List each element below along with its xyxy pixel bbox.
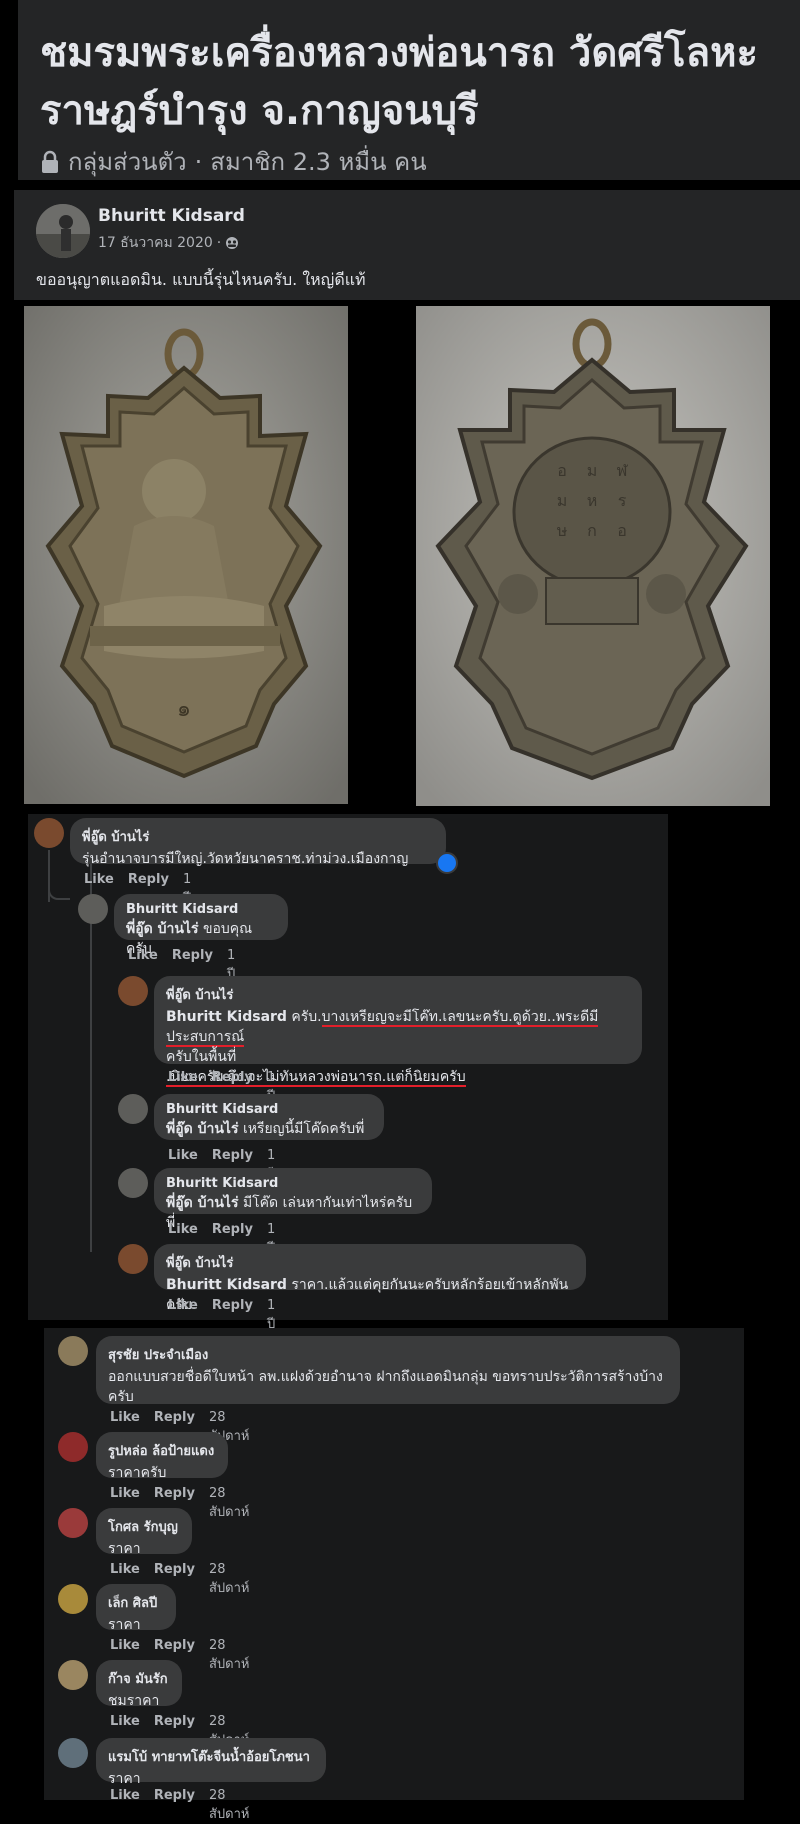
comment-bubble: เล็ก ศิลปี ราคา <box>96 1584 176 1633</box>
commenter-name[interactable]: รูปหล่อ ล้อป้ายแดง <box>108 1440 216 1461</box>
comment-text: รุ่นอำนาจบารมีใหญ่.วัดหวัยนาคราช.ท่าม่วง… <box>82 851 409 867</box>
comment-text: ราคา <box>108 1771 141 1787</box>
reply-button[interactable]: Reply <box>154 1788 195 1824</box>
like-reaction-icon[interactable] <box>436 852 458 874</box>
comment-time[interactable]: 28 สัปดาห์ <box>209 1788 250 1824</box>
commenter-avatar[interactable] <box>58 1336 88 1366</box>
svg-text:อ: อ <box>557 461 567 480</box>
comment-bubble: Bhuritt Kidsard พี่อู๊ด บ้านไร่ เหรียญนี… <box>154 1094 384 1140</box>
comment-thread-1: พี่อู๊ด บ้านไร่ รุ่นอำนาจบารมีใหญ่.วัดหว… <box>28 814 668 1332</box>
comment-text: พี่อู๊ด บ้านไร่ เหรียญนี้มีโค๊ดครับพี่ <box>166 1119 372 1139</box>
audience-group-icon <box>225 236 239 250</box>
svg-text:ฬ: ฬ <box>617 461 629 480</box>
lock-icon <box>40 150 60 174</box>
post-text: ขออนุญาตแอดมิน. แบบนี้รุ่นไหนครับ. ใหญ่ด… <box>36 270 366 289</box>
comment-bubble: ก๊าจ มันรัก ชมราคา <box>96 1660 182 1709</box>
svg-text:๑: ๑ <box>177 697 191 722</box>
commenter-avatar[interactable] <box>118 1094 148 1124</box>
svg-text:ษ: ษ <box>557 521 568 540</box>
svg-text:ม: ม <box>587 461 598 480</box>
post: Bhuritt Kidsard 17 ธันวาคม 2020 · ขออนุญ… <box>14 190 800 300</box>
comment-text: ราคาครับ <box>108 1465 167 1481</box>
commenter-name[interactable]: เล็ก ศิลปี <box>108 1592 164 1613</box>
commenter-avatar[interactable] <box>78 894 108 924</box>
commenter-name[interactable]: สุรชัย ประจำเมือง <box>108 1344 668 1365</box>
commenter-name[interactable]: พี่อู๊ด บ้านไร่ <box>82 826 434 847</box>
comment-actions: Like Reply 28 สัปดาห์ <box>110 1788 249 1824</box>
comment-time[interactable]: 28 สัปดาห์ <box>209 1486 250 1522</box>
meta-separator: · <box>194 147 203 176</box>
comment-body: ครับ. <box>291 1009 322 1025</box>
mention[interactable]: พี่อู๊ด บ้านไร่ <box>126 921 198 937</box>
comment-time[interactable]: 28 สัปดาห์ <box>209 1638 250 1674</box>
post-date-row: 17 ธันวาคม 2020 · <box>98 232 239 254</box>
thread-connector <box>48 884 70 900</box>
commenter-avatar[interactable] <box>58 1508 88 1538</box>
commenter-avatar[interactable] <box>58 1738 88 1768</box>
comment-bubble: สุรชัย ประจำเมือง ออกแบบสวยชื่อดีใบหน้า … <box>96 1336 680 1405</box>
comment-bubble: Bhuritt Kidsard พี่อู๊ด บ้านไร่ ขอบคุณคร… <box>114 894 288 957</box>
comment-body: เหรียญนี้มีโค๊ดครับพี่ <box>242 1121 365 1137</box>
svg-text:ม: ม <box>557 491 568 510</box>
commenter-avatar[interactable] <box>118 1168 148 1198</box>
comment-thread-2: สุรชัย ประจำเมือง ออกแบบสวยชื่อดีใบหน้า … <box>44 1328 744 1822</box>
mention[interactable]: Bhuritt Kidsard <box>166 1277 287 1293</box>
commenter-name[interactable]: Bhuritt Kidsard <box>166 1176 420 1191</box>
commenter-avatar[interactable] <box>58 1584 88 1614</box>
commenter-avatar[interactable] <box>58 1660 88 1690</box>
comment-bubble: พี่อู๊ด บ้านไร่ Bhuritt Kidsard ครับ.บาง… <box>154 976 642 1087</box>
post-author[interactable]: Bhuritt Kidsard <box>98 206 245 226</box>
svg-text:ก: ก <box>587 521 597 540</box>
commenter-avatar[interactable] <box>118 1244 148 1274</box>
commenter-name[interactable]: Bhuritt Kidsard <box>126 902 276 917</box>
commenter-name[interactable]: Bhuritt Kidsard <box>166 1102 372 1117</box>
svg-text:อ: อ <box>617 521 627 540</box>
commenter-name[interactable]: พี่อู๊ด บ้านไร่ <box>166 1252 574 1273</box>
comment-bubble: แรมโบ้ ทายาทโต๊ะจีนน้ำอ้อยโภชนา ราคา <box>96 1738 326 1787</box>
commenter-name[interactable]: โกศล รักบุญ <box>108 1516 180 1537</box>
mention[interactable]: พี่อู๊ด บ้านไร่ <box>166 1121 238 1137</box>
privacy-label: กลุ่มส่วนตัว <box>68 148 187 176</box>
comment-text: ออกแบบสวยชื่อดีใบหน้า ลพ.แฝงด้วยอำนาจ ฝา… <box>108 1369 663 1405</box>
comment-text: ราคา <box>108 1617 141 1633</box>
comment-text: ครับในพื้นที่ <box>166 1049 237 1065</box>
svg-text:ห: ห <box>587 491 598 510</box>
like-button[interactable]: Like <box>110 1788 140 1824</box>
amulet-front-photo[interactable]: ๑ <box>24 306 348 804</box>
comment-bubble: Bhuritt Kidsard พี่อู๊ด บ้านไร่ มีโค๊ด เ… <box>154 1168 432 1231</box>
comment-bubble: พี่อู๊ด บ้านไร่ รุ่นอำนาจบารมีใหญ่.วัดหว… <box>70 818 446 867</box>
comment-bubble: โกศล รักบุญ ราคา <box>96 1508 192 1557</box>
member-count[interactable]: สมาชิก 2.3 หมื่น คน <box>210 142 426 181</box>
commenter-name[interactable]: ก๊าจ มันรัก <box>108 1668 170 1689</box>
commenter-avatar[interactable] <box>58 1432 88 1462</box>
commenter-name[interactable]: แรมโบ้ ทายาทโต๊ะจีนน้ำอ้อยโภชนา <box>108 1746 314 1767</box>
group-meta: กลุ่มส่วนตัว · สมาชิก 2.3 หมื่น คน <box>40 142 427 181</box>
mention[interactable]: พี่อู๊ด บ้านไร่ <box>166 1195 238 1211</box>
svg-text:ร: ร <box>618 491 627 510</box>
comment-text: ชมราคา <box>108 1693 160 1709</box>
comment-text: Bhuritt Kidsard ครับ.บางเหรียญจะมีโค๊ท.เ… <box>166 1007 630 1047</box>
group-header: ชมรมพระเครื่องหลวงพ่อนารถ วัดศรีโลหะราษฎ… <box>18 0 800 180</box>
amulet-back-photo[interactable]: อมฬ มหร ษกอ <box>416 306 770 806</box>
commenter-avatar[interactable] <box>118 976 148 1006</box>
post-date[interactable]: 17 ธันวาคม 2020 <box>98 232 213 254</box>
comment-time[interactable]: 28 สัปดาห์ <box>209 1562 250 1598</box>
date-separator: · <box>216 235 222 251</box>
comment-bubble: พี่อู๊ด บ้านไร่ Bhuritt Kidsard ราคา.แล้… <box>154 1244 586 1313</box>
author-avatar[interactable] <box>36 204 90 258</box>
mention[interactable]: Bhuritt Kidsard <box>166 1009 287 1025</box>
commenter-name[interactable]: พี่อู๊ด บ้านไร่ <box>166 984 630 1005</box>
commenter-avatar[interactable] <box>34 818 64 848</box>
comment-bubble: รูปหล่อ ล้อป้ายแดง ราคาครับ <box>96 1432 228 1481</box>
comment-text: ราคา <box>108 1541 141 1557</box>
group-title[interactable]: ชมรมพระเครื่องหลวงพ่อนารถ วัดศรีโลหะราษฎ… <box>40 24 790 140</box>
